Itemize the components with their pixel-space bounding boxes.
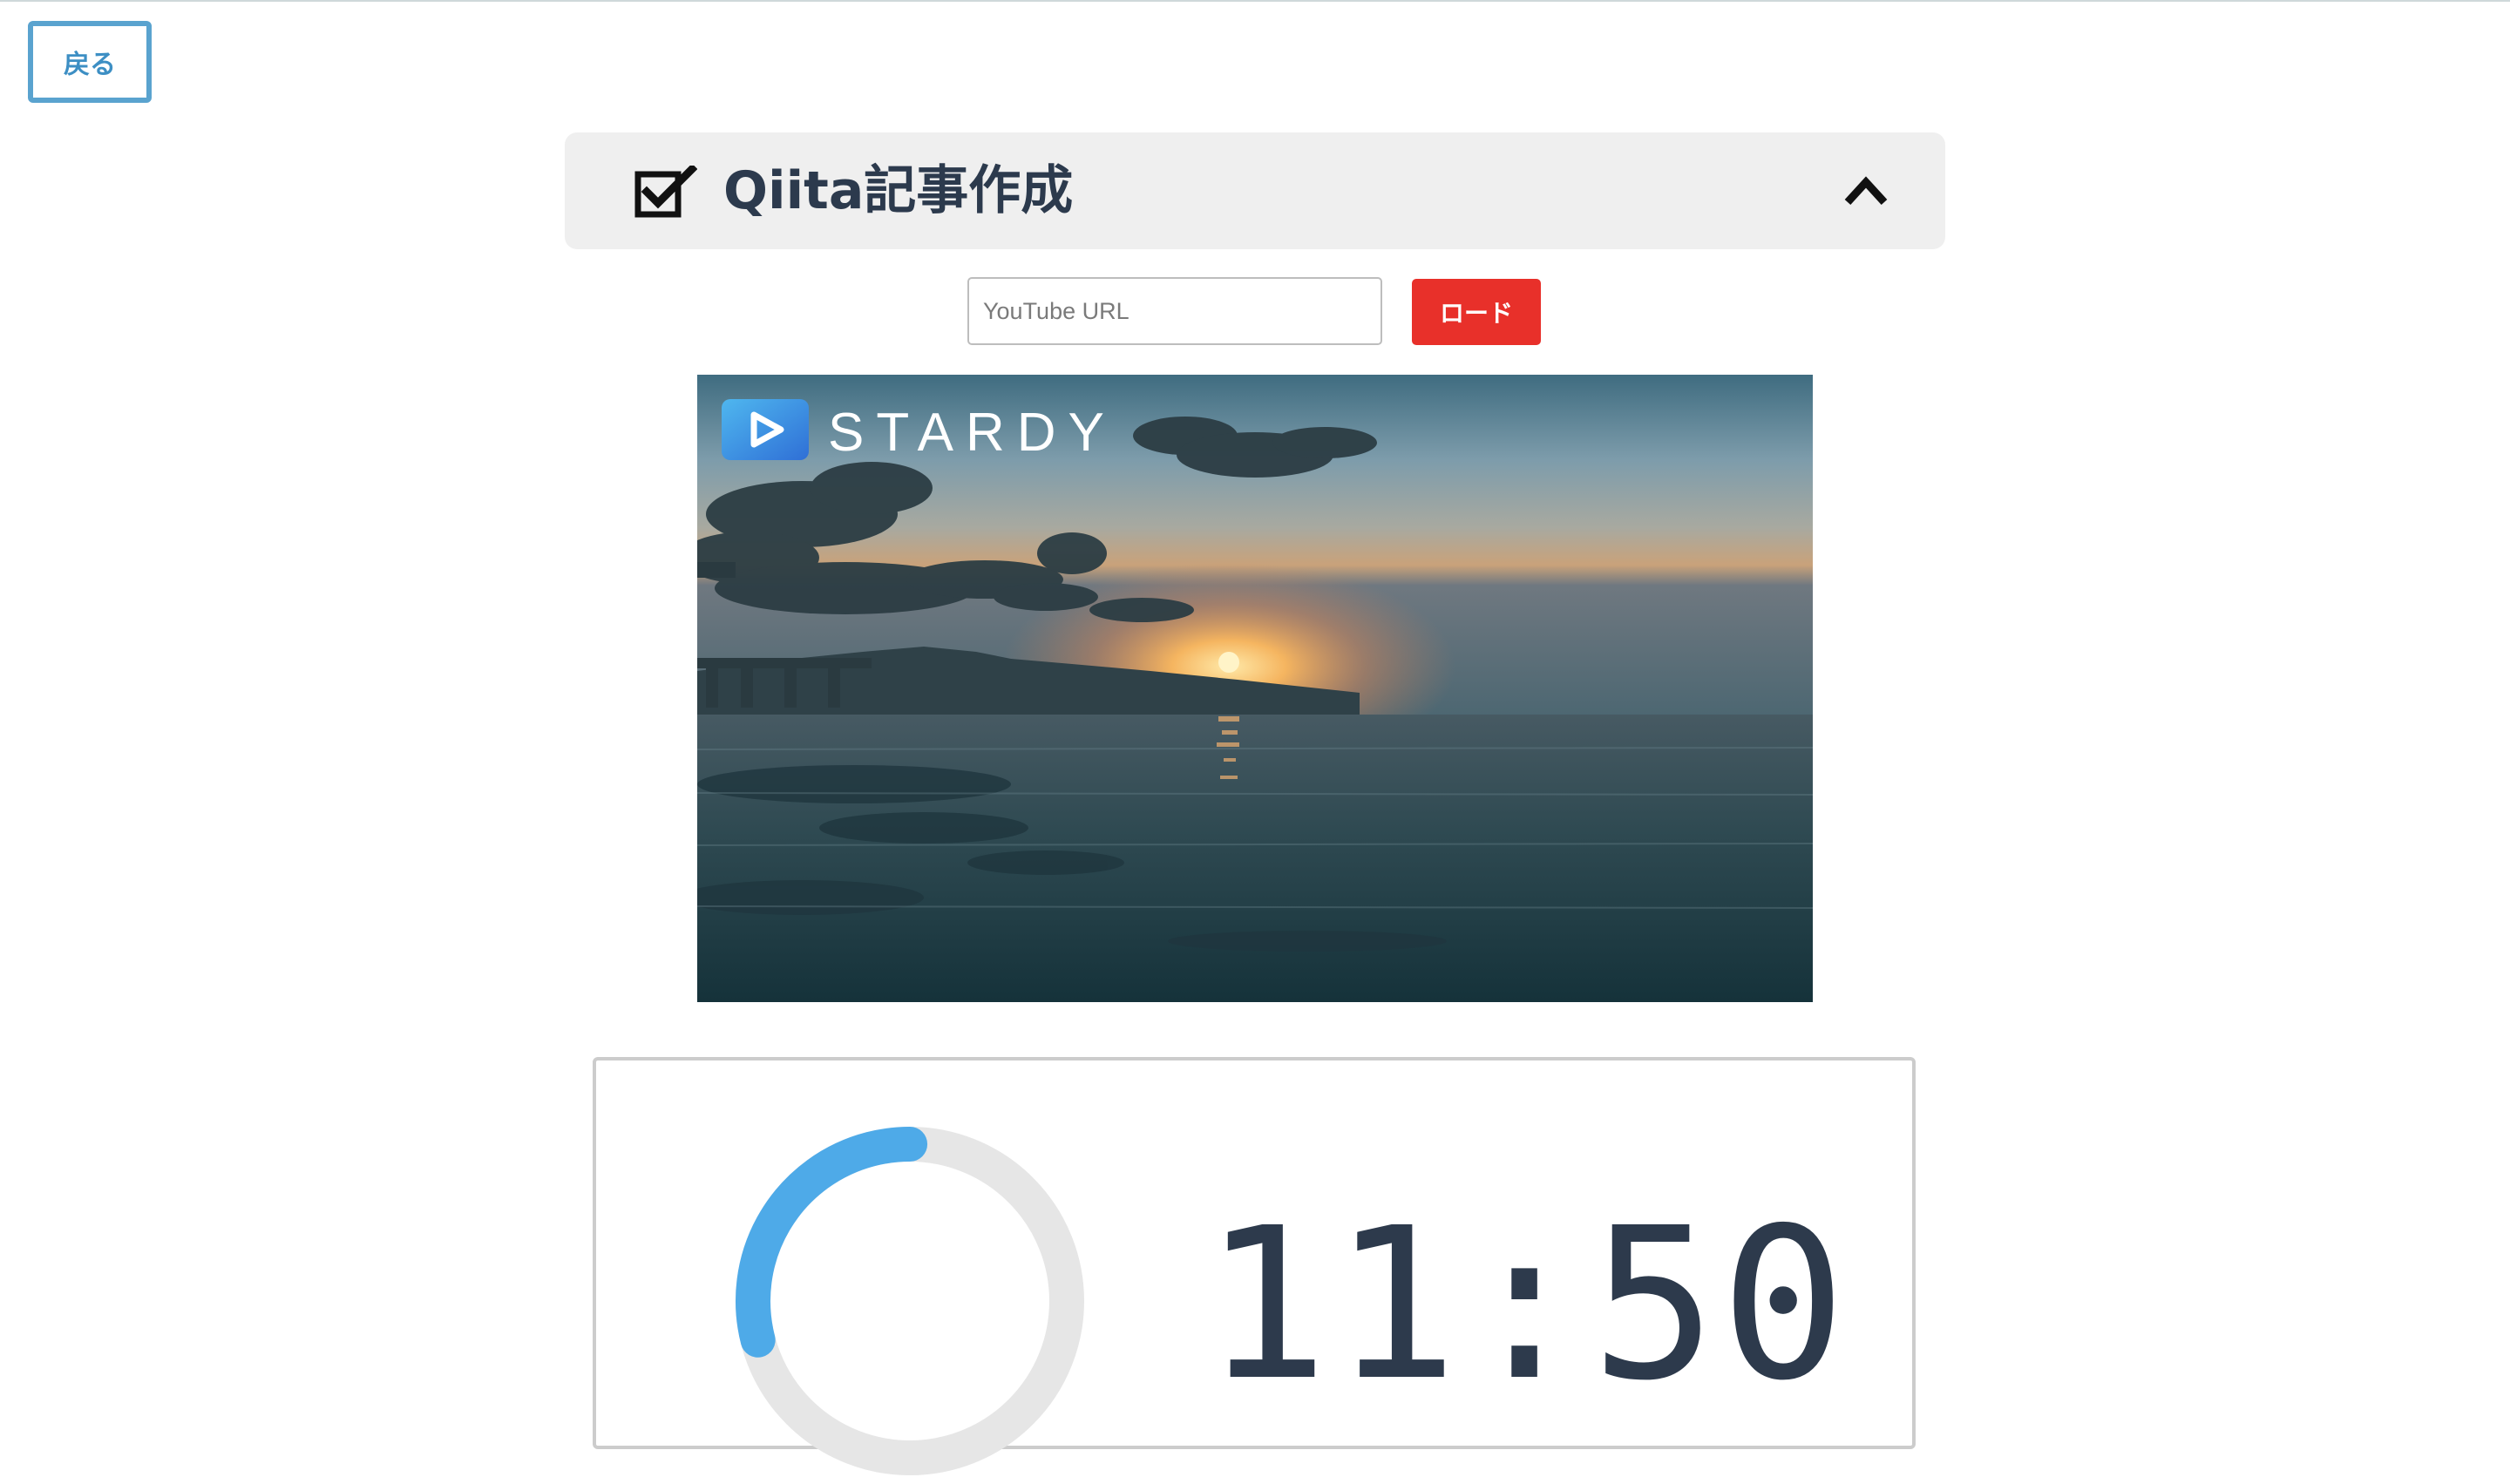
ring-progress (736, 1127, 1084, 1475)
video-thumbnail: STARDY (697, 375, 1813, 1002)
load-button-label: ロード (1439, 300, 1513, 327)
video-player[interactable]: STARDY (697, 375, 1813, 1002)
checkbox-checked-icon (634, 166, 697, 218)
brand-name: STARDY (828, 403, 1116, 463)
timer-progress-ring (736, 1127, 1084, 1475)
youtube-url-input[interactable] (967, 277, 1382, 345)
timer-panel: 11:50 (593, 1057, 1916, 1475)
top-border (0, 0, 2510, 2)
stardy-logo: STARDY (722, 399, 1116, 463)
back-button-label: 戻る (64, 50, 116, 80)
task-title: Qiita記事作成 (723, 160, 1074, 221)
load-button[interactable]: ロード (1412, 279, 1541, 345)
chevron-up-icon[interactable] (1842, 173, 1889, 207)
timer-display: 11:50 (1203, 1182, 1850, 1426)
task-header[interactable]: Qiita記事作成 (565, 132, 1945, 249)
back-button[interactable]: 戻る (28, 21, 152, 103)
